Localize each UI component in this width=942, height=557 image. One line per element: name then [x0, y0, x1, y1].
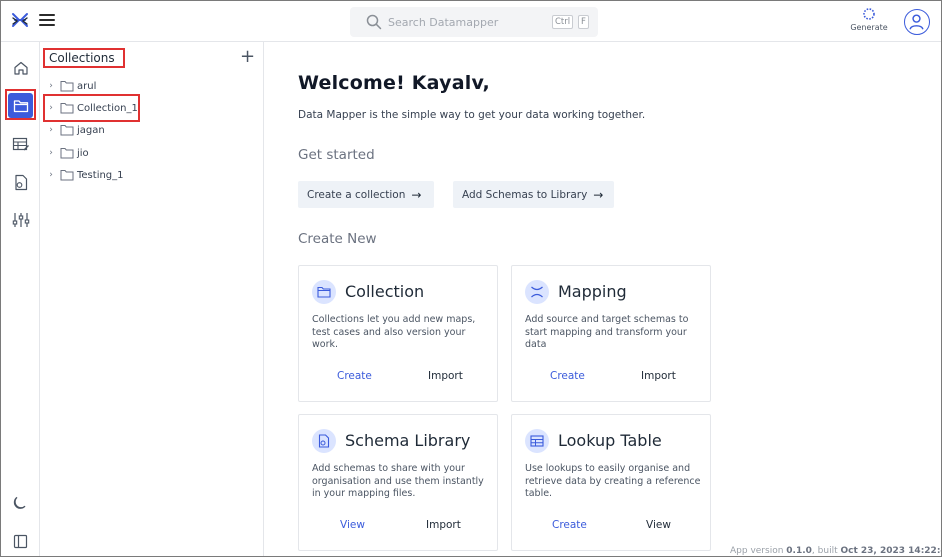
card-description: Use lookups to easily organise and retri… [525, 463, 701, 499]
collection-label: Testing_1 [77, 169, 124, 181]
collection-card: Collection Collections let you add new m… [298, 265, 498, 402]
collection-item-jagan[interactable]: › jagan [45, 120, 255, 140]
collection-item-arul[interactable]: › arul [45, 76, 255, 96]
version-value: 0.1.0 [786, 546, 812, 556]
card-title: Lookup Table [558, 431, 662, 450]
collections-title: Collections [49, 51, 115, 65]
add-collection-button[interactable]: + [240, 47, 255, 67]
shortcut-f-key: F [578, 15, 589, 29]
card-title: Mapping [558, 282, 627, 301]
collection-item-testing-1[interactable]: › Testing_1 [45, 165, 255, 185]
folder-outline-icon [60, 103, 74, 114]
version-label: App version [730, 546, 784, 556]
search-input[interactable] [388, 12, 538, 32]
card-title: Schema Library [345, 431, 471, 450]
arrow-right-icon: → [593, 187, 604, 202]
folder-outline-icon [60, 148, 74, 159]
folder-outline-icon [60, 81, 74, 92]
view-lookup-link[interactable]: View [646, 519, 671, 531]
shortcut-ctrl-key: Ctrl [552, 15, 574, 29]
user-avatar[interactable] [904, 9, 930, 35]
tagline-text: Data Mapper is the simple way to get you… [298, 109, 646, 121]
chevron-right-icon[interactable]: › [45, 103, 57, 113]
main-content: Welcome! Kayalv, Data Mapper is the simp… [265, 42, 941, 556]
built-label: built [817, 546, 838, 556]
folder-outline-icon [60, 170, 74, 181]
folder-outline-icon [60, 125, 74, 136]
app-window: Ctrl F Generate [0, 0, 942, 557]
home-icon[interactable] [8, 55, 33, 80]
collection-label: arul [77, 80, 97, 92]
mapping-icon [525, 280, 549, 304]
moon-icon[interactable] [8, 490, 33, 515]
view-schema-link[interactable]: View [340, 519, 365, 531]
import-schema-link[interactable]: Import [426, 519, 461, 531]
collection-label: Collection_1 [77, 102, 138, 114]
icon-rail [1, 42, 40, 556]
table-edit-icon[interactable] [8, 132, 33, 157]
schema-document-icon [312, 429, 336, 453]
generate-button[interactable]: Generate [847, 7, 891, 37]
folder-icon[interactable] [8, 93, 33, 118]
table-icon [525, 429, 549, 453]
chevron-right-icon[interactable]: › [45, 170, 57, 180]
sliders-icon[interactable] [8, 207, 33, 232]
datamapper-logo-icon[interactable] [11, 12, 29, 30]
create-collection-button[interactable]: Create a collection → [298, 181, 434, 208]
get-started-heading: Get started [298, 147, 375, 163]
menu-icon[interactable] [39, 14, 55, 28]
arrow-right-icon: → [411, 187, 422, 202]
top-bar: Ctrl F Generate [1, 1, 941, 42]
search-icon [366, 14, 382, 30]
search-bar[interactable]: Ctrl F [350, 7, 598, 37]
collections-panel: Collections + › arul › Collection_1 › ja… [40, 42, 264, 556]
import-collection-link[interactable]: Import [428, 370, 463, 382]
create-lookup-link[interactable]: Create [552, 519, 587, 531]
sparkle-ring-icon [863, 8, 875, 20]
card-title: Collection [345, 282, 425, 301]
add-schemas-label: Add Schemas to Library [462, 188, 588, 201]
card-description: Add source and target schemas to start m… [525, 314, 689, 350]
panel-icon[interactable] [8, 529, 33, 554]
collection-label: jio [77, 147, 89, 159]
chevron-right-icon[interactable]: › [45, 81, 57, 91]
card-description: Add schemas to share with your organisat… [312, 463, 484, 499]
schema-library-card: Schema Library Add schemas to share with… [298, 414, 498, 551]
chevron-right-icon[interactable]: › [45, 125, 57, 135]
lookup-table-card: Lookup Table Use lookups to easily organ… [511, 414, 711, 551]
create-collection-label: Create a collection [307, 188, 406, 201]
generate-label: Generate [850, 23, 888, 32]
welcome-heading: Welcome! Kayalv, [298, 72, 490, 94]
create-collection-link[interactable]: Create [337, 370, 372, 382]
import-mapping-link[interactable]: Import [641, 370, 676, 382]
mapping-card: Mapping Add source and target schemas to… [511, 265, 711, 402]
folder-icon [312, 280, 336, 304]
chevron-right-icon[interactable]: › [45, 148, 57, 158]
add-schemas-button[interactable]: Add Schemas to Library → [453, 181, 614, 208]
create-mapping-link[interactable]: Create [550, 370, 585, 382]
user-icon [909, 14, 924, 30]
app-version-footer: App version 0.1.0, built Oct 23, 2023 14… [730, 546, 942, 556]
document-icon[interactable] [8, 170, 33, 195]
built-value: Oct 23, 2023 14:22:45 [840, 546, 942, 556]
collection-item-collection-1[interactable]: › Collection_1 [45, 98, 255, 118]
collection-item-jio[interactable]: › jio [45, 143, 255, 163]
card-description: Collections let you add new maps, test c… [312, 314, 476, 350]
collection-label: jagan [77, 124, 105, 136]
create-new-heading: Create New [298, 231, 377, 247]
